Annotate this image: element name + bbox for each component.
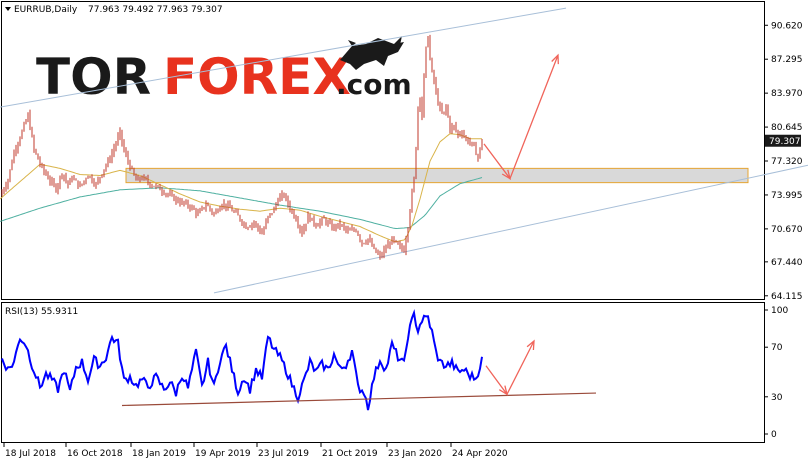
price-tick-label: 80.645: [771, 123, 803, 133]
price-tick-label: 73.995: [771, 191, 803, 201]
rsi-label: RSI(13) 55.9311: [5, 307, 78, 317]
symbol-label: EURRUB,Daily: [14, 5, 78, 15]
price-tick-label: 64.115: [771, 292, 803, 302]
ohlc-readout: 77.963 79.492 77.963 79.307: [88, 5, 223, 15]
rsi-tick-label: 30: [771, 393, 783, 403]
current-price-label: 79.307: [769, 137, 801, 147]
date-tick-label: 16 Oct 2018: [67, 449, 123, 459]
date-tick-label: 18 Jul 2018: [5, 449, 56, 459]
price-tick-label: 77.320: [771, 157, 803, 167]
date-tick-label: 21 Oct 2019: [322, 449, 378, 459]
logo-forex: FOREX: [163, 48, 351, 106]
date-tick-label: 18 Jan 2019: [132, 449, 186, 459]
rsi-tick-label: 0: [771, 430, 777, 440]
date-tick-label: 23 Jan 2020: [388, 449, 442, 459]
price-tick-label: 87.295: [771, 55, 803, 65]
rsi-panel-frame: [1, 302, 765, 443]
price-tick-label: 67.440: [771, 258, 803, 268]
date-tick-label: 19 Apr 2019: [195, 449, 251, 459]
price-tick-label: 90.620: [771, 21, 803, 31]
chart-canvas: EURRUB,Daily 77.963 79.492 77.963 79.307…: [0, 1, 808, 459]
logo-com: .com: [336, 68, 412, 101]
rsi-tick-label: 100: [771, 306, 788, 316]
date-tick-label: 24 Apr 2020: [452, 449, 508, 459]
rsi-tick-label: 70: [771, 343, 783, 353]
price-tick-label: 70.670: [771, 225, 803, 235]
support-zone: [125, 167, 749, 184]
date-tick-label: 23 Jul 2019: [258, 449, 309, 459]
price-tick-label: 83.970: [771, 89, 803, 99]
